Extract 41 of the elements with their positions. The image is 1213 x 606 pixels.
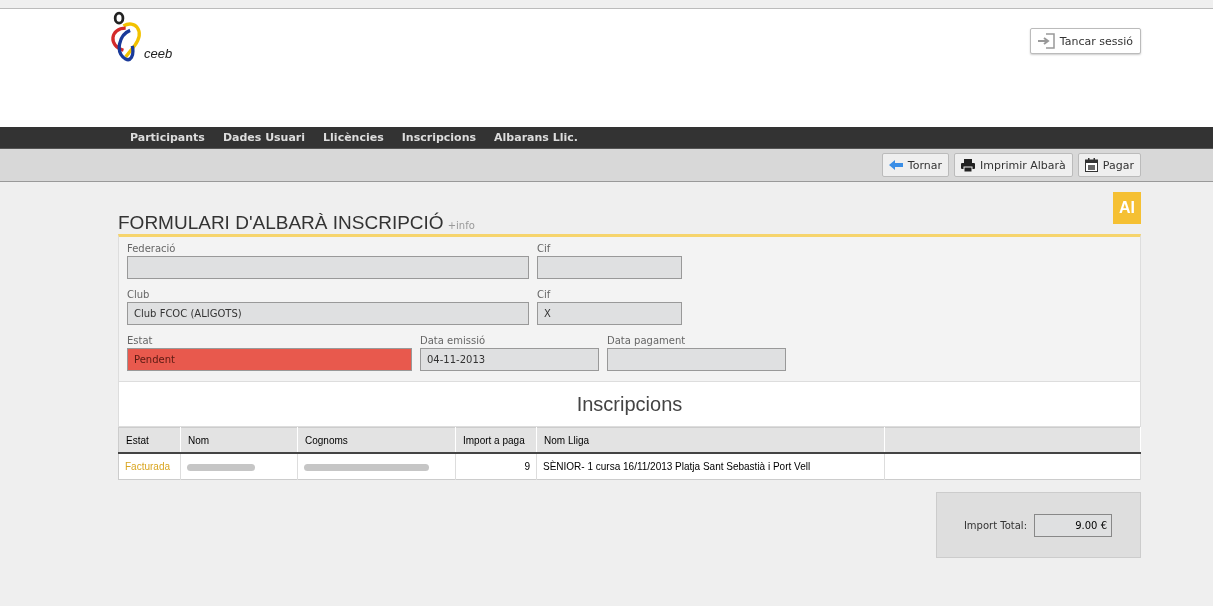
- field-label: Estat: [127, 335, 154, 346]
- nav-link[interactable]: Llicències: [314, 131, 393, 144]
- text-field[interactable]: Club FCOC (ALIGOTS): [127, 302, 529, 325]
- field-label: Club: [127, 289, 151, 300]
- column-header: Cognoms: [297, 427, 456, 453]
- column-header: Nom Lliga: [536, 427, 885, 453]
- total-field: 9.00 €: [1034, 513, 1112, 537]
- nav-link[interactable]: Dades Usuari: [213, 131, 315, 144]
- badge: AI: [1113, 192, 1141, 224]
- column-header: Nom: [180, 427, 298, 453]
- back-arrow-icon: [888, 160, 903, 170]
- field-label: Cif: [537, 243, 552, 254]
- text-field[interactable]: [537, 256, 682, 279]
- printer-icon: [960, 158, 975, 172]
- page-title: FORMULARI D'ALBARÀ INSCRIPCIÓ: [118, 212, 444, 233]
- logout-icon: [1037, 33, 1056, 49]
- calendar-icon: [1084, 158, 1098, 172]
- back-button[interactable]: Tornar: [881, 153, 949, 177]
- column-header: Import a paga: [455, 427, 537, 453]
- field-label: Data pagament: [607, 335, 687, 346]
- table-cell: 9: [455, 453, 537, 480]
- column-header: Estat: [118, 427, 181, 453]
- section-title: Inscripcions: [118, 382, 1141, 427]
- status-cell: Facturada: [118, 453, 181, 480]
- nav-link[interactable]: Albarans Llic.: [485, 131, 587, 144]
- nav-link[interactable]: Inscripcions: [392, 131, 486, 144]
- field-label: Cif: [537, 289, 552, 300]
- pay-button[interactable]: Pagar: [1077, 153, 1141, 177]
- total-label: Import Total:: [963, 519, 1027, 531]
- nav-link[interactable]: Participants: [118, 131, 214, 144]
- text-field[interactable]: [607, 348, 786, 371]
- logout-button[interactable]: Tancar sessió: [1029, 28, 1141, 54]
- table-cell: SÈNIOR- 1 cursa 16/11/2013 Platja Sant Sebastià i Port Vell: [536, 453, 885, 480]
- text-field[interactable]: X: [537, 302, 682, 325]
- field-label: Data emissió: [420, 335, 487, 346]
- text-field[interactable]: [127, 256, 529, 279]
- logo-text: ceeb: [144, 46, 173, 61]
- field-label: Federació: [127, 243, 177, 254]
- text-field[interactable]: Pendent: [127, 348, 412, 371]
- print-button[interactable]: Imprimir Albarà: [953, 153, 1073, 177]
- text-field[interactable]: 04-11-2013: [420, 348, 599, 371]
